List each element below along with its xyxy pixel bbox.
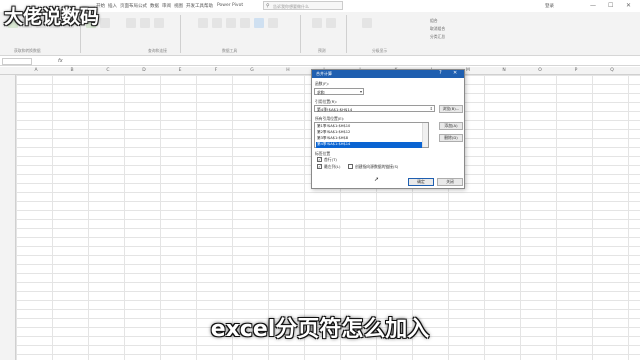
list-item-selected[interactable]: 第4季!$A$1:$H$14 <box>316 142 422 148</box>
column-header[interactable]: G <box>242 68 262 73</box>
sort-icon[interactable] <box>126 18 136 28</box>
tab-power-pivot[interactable]: Power Pivot <box>217 3 243 8</box>
search-icon: ⚲ <box>266 3 270 9</box>
collapse-dialog-icon[interactable]: ⇕ <box>430 106 433 111</box>
maximize-icon[interactable]: ☐ <box>608 2 613 9</box>
left-column-checkbox[interactable]: ✓ <box>317 164 322 169</box>
ungroup-button[interactable]: 取消组合 <box>430 26 445 32</box>
function-value: 求和 <box>317 90 325 95</box>
list-item[interactable]: 第3季!$A$1:$H$8 <box>316 136 422 142</box>
function-label: 函数(F): <box>315 81 330 86</box>
all-references-list[interactable]: 第1季!$A$1:$H$10 第2季!$A$1:$H$12 第3季!$A$1:$… <box>314 122 429 148</box>
group-button[interactable]: 组合 <box>430 18 438 24</box>
forecast-sheet-icon[interactable] <box>326 18 336 28</box>
add-button[interactable]: 添加(A) <box>439 122 463 130</box>
tab-insert[interactable]: 插入 <box>108 3 117 9</box>
ok-button[interactable]: 确定 <box>408 178 434 186</box>
group-forecast: 预测 <box>318 48 326 53</box>
channel-watermark: 大佬说数码 <box>4 6 100 28</box>
column-header[interactable]: F <box>206 68 226 73</box>
column-header[interactable]: A <box>26 68 46 73</box>
name-box[interactable] <box>2 58 32 65</box>
close-window-icon[interactable]: ✕ <box>626 2 631 9</box>
video-subtitle: excel分页符怎么加入 <box>210 317 430 342</box>
reference-input[interactable]: 第4季!$A$1:$H$14 ⇕ <box>314 105 435 112</box>
chevron-down-icon: ▾ <box>359 89 362 94</box>
data-validation-icon[interactable] <box>240 18 250 28</box>
list-item[interactable]: 第2季!$A$1:$H$12 <box>316 130 422 136</box>
minimize-icon[interactable]: — <box>590 2 596 9</box>
search-box[interactable]: ⚲ 告诉我你想要做什么 <box>263 1 343 10</box>
remove-duplicates-icon[interactable] <box>226 18 236 28</box>
column-header[interactable]: R <box>632 68 640 73</box>
reference-value: 第4季!$A$1:$H$14 <box>317 107 353 112</box>
top-row-checkbox[interactable]: ✓ <box>317 157 322 162</box>
relationships-icon[interactable] <box>268 18 278 28</box>
close-icon[interactable]: ✕ <box>453 70 457 76</box>
consolidate-dialog: 合并计算 ? ✕ 函数(F): 求和 ▾ 引用位置(R): 第4季!$A$1:$… <box>311 69 465 189</box>
tab-formulas[interactable]: 公式 <box>138 3 147 9</box>
close-button[interactable]: 关闭 <box>437 178 463 186</box>
subtotal-button[interactable]: 分类汇总 <box>430 34 445 40</box>
group-separator <box>346 15 347 53</box>
column-header[interactable]: N <box>494 68 514 73</box>
column-header[interactable]: C <box>98 68 118 73</box>
what-if-icon[interactable] <box>312 18 322 28</box>
column-header[interactable]: H <box>278 68 298 73</box>
tab-page-layout[interactable]: 页面布局 <box>120 3 138 9</box>
group-data-tools: 数据工具 <box>222 48 238 53</box>
flash-fill-icon[interactable] <box>212 18 222 28</box>
column-header[interactable]: B <box>62 68 82 73</box>
column-header[interactable]: Q <box>602 68 622 73</box>
column-header[interactable]: O <box>530 68 550 73</box>
top-row-label: 首行(T) <box>324 157 337 162</box>
tab-view[interactable]: 视图 <box>174 3 183 9</box>
list-item[interactable]: 第1季!$A$1:$H$10 <box>316 124 422 130</box>
login-link[interactable]: 登录 <box>545 3 554 9</box>
search-placeholder: 告诉我你想要做什么 <box>273 4 309 9</box>
left-column-label: 最左列(L) <box>324 164 341 169</box>
create-links-checkbox[interactable] <box>348 164 353 169</box>
tab-help[interactable]: 帮助 <box>204 3 213 9</box>
column-header[interactable]: E <box>170 68 190 73</box>
queries-connections-icon[interactable] <box>100 18 110 28</box>
filter-icon[interactable] <box>140 18 150 28</box>
column-header[interactable]: P <box>566 68 586 73</box>
advanced-filter-icon[interactable] <box>154 18 164 28</box>
outline-icon[interactable] <box>362 18 372 28</box>
delete-button[interactable]: 删除(D) <box>439 134 463 142</box>
column-header[interactable]: D <box>134 68 154 73</box>
mouse-cursor-icon: ➚ <box>374 176 380 183</box>
browse-button[interactable]: 浏览(B)... <box>439 105 463 113</box>
fx-icon[interactable]: fx <box>58 58 63 64</box>
group-separator <box>180 15 181 53</box>
dialog-title: 合并计算 <box>316 71 332 76</box>
group-get-transform: 获取和转换数据 <box>14 48 41 53</box>
dialog-titlebar[interactable]: 合并计算 ? ✕ <box>312 70 464 78</box>
group-separator <box>300 15 301 53</box>
group-outline: 分级显示 <box>372 48 388 53</box>
consolidate-icon[interactable] <box>254 18 264 28</box>
create-links-label: 创建指向源数据的链接(S) <box>355 164 399 169</box>
help-icon[interactable]: ? <box>439 70 442 76</box>
tab-developer[interactable]: 开发工具 <box>186 3 204 9</box>
group-queries: 查询和连接 <box>148 48 167 53</box>
list-scrollbar[interactable] <box>422 123 428 147</box>
formula-bar: fx <box>0 57 640 66</box>
text-to-columns-icon[interactable] <box>198 18 208 28</box>
tab-data[interactable]: 数据 <box>150 3 159 9</box>
function-select[interactable]: 求和 ▾ <box>314 88 364 95</box>
tab-review[interactable]: 审阅 <box>162 3 171 9</box>
